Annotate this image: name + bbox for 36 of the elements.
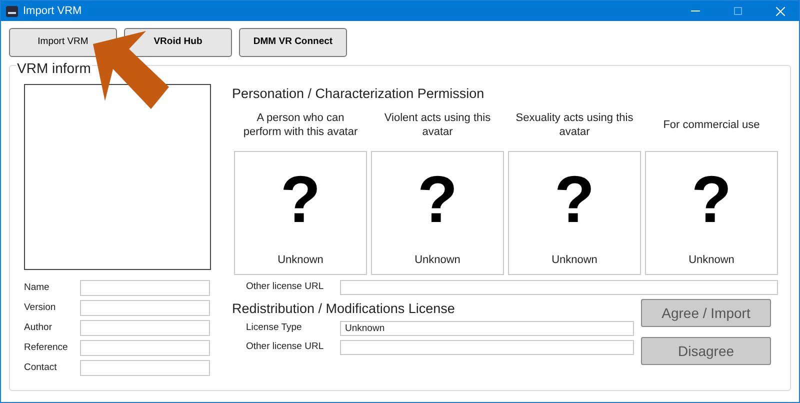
field-label: Version: [24, 300, 57, 315]
url-field[interactable]: [340, 280, 778, 295]
window-title: Import VRM: [23, 4, 82, 19]
info-field[interactable]: [80, 320, 210, 336]
permission-header: For commercial use: [662, 118, 761, 132]
permission-mark: ?: [417, 164, 458, 234]
source-button[interactable]: VRoid Hub: [124, 28, 232, 57]
info-field[interactable]: [80, 300, 210, 316]
field-label: Other license URL: [245, 340, 325, 354]
permission-value: Unknown: [414, 253, 460, 268]
permission-value: Unknown: [552, 253, 598, 268]
field-label: Other license URL: [245, 280, 325, 294]
field-label: Reference: [24, 340, 69, 355]
field-label: License Type: [245, 321, 303, 336]
section-title: Personation / Characterization Permission: [232, 85, 486, 103]
license-type-field[interactable]: Unknown: [340, 321, 634, 336]
info-field[interactable]: [80, 280, 210, 296]
permission-header: Sexuality acts using this avatar: [514, 111, 634, 139]
info-field[interactable]: [80, 360, 210, 376]
permission-value: Unknown: [688, 253, 734, 268]
app-icon: [6, 6, 18, 16]
section-title: Redistribution / Modifications License: [232, 300, 456, 318]
permission-mark: ?: [280, 164, 321, 234]
url-field[interactable]: [340, 340, 634, 355]
permission-mark: ?: [554, 164, 595, 234]
field-label: Author: [24, 320, 53, 335]
permission-value: Unknown: [278, 253, 324, 268]
permission-mark: ?: [691, 164, 732, 234]
close-icon[interactable]: [776, 6, 785, 16]
permission-header: Violent acts using this avatar: [383, 111, 492, 139]
field-label: Contact: [24, 360, 58, 375]
minimize-icon[interactable]: [691, 10, 700, 12]
permission-header: A person who can perform with this avatar: [242, 111, 359, 139]
info-field[interactable]: [80, 340, 210, 356]
source-button[interactable]: DMM VR Connect: [239, 28, 347, 57]
field-label: Name: [24, 280, 50, 295]
